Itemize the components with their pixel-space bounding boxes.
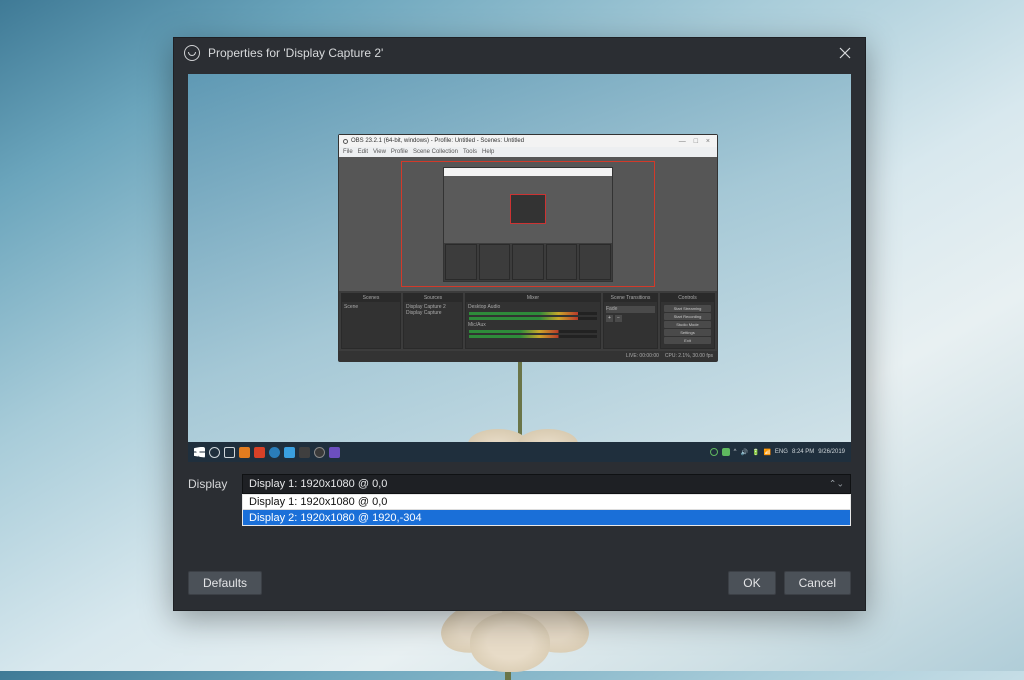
panel-header: Controls — [661, 294, 714, 302]
titlebar[interactable]: Properties for 'Display Capture 2' — [174, 38, 865, 68]
start-recording-button: Start Recording — [664, 313, 711, 320]
panel-header: Scenes — [342, 294, 400, 302]
settings-button: Settings — [664, 329, 711, 336]
tray-chev-icon: ^ — [734, 449, 737, 455]
defaults-button[interactable]: Defaults — [188, 571, 262, 595]
close-button[interactable] — [825, 38, 865, 68]
tray-icon — [722, 448, 730, 456]
panel-header: Mixer — [466, 294, 600, 302]
tray-icon: 🔋 — [752, 449, 759, 456]
preview-area: OBS 23.2.1 (64-bit, windows) - Profile: … — [188, 74, 851, 462]
source-item: Display Capture — [406, 310, 460, 316]
tray-icon: 🔊 — [740, 449, 747, 456]
display-select-value: Display 1: 1920x1080 @ 0,0 — [249, 478, 387, 490]
menu-file: File — [343, 149, 353, 155]
display-label: Display — [188, 477, 234, 491]
panel-mixer: Mixer Desktop Audio Mic/Aux — [465, 293, 601, 349]
transition-select: Fade — [606, 306, 655, 313]
tray-date: 9/26/2019 — [818, 449, 845, 455]
display-dropdown: Display 1: 1920x1080 @ 0,0 Display 2: 19… — [242, 494, 851, 526]
panel-sources: Sources Display Capture 2 Display Captur… — [403, 293, 463, 349]
window-controls-icon: — □ × — [679, 138, 713, 145]
preview-taskbar: ^ 🔊 🔋 📶 ENG 8:24 PM 9/26/2019 — [188, 442, 851, 462]
plus-icon: + — [606, 315, 613, 322]
panel-scenes: Scenes Scene — [341, 293, 401, 349]
tray-icon: 📶 — [763, 449, 770, 456]
taskview-icon — [224, 447, 235, 458]
inner-preview — [339, 157, 717, 291]
audio-meter — [469, 312, 597, 315]
status-live: LIVE: 00:00:00 — [626, 353, 659, 359]
start-icon — [194, 447, 205, 458]
inner-obs-window: OBS 23.2.1 (64-bit, windows) - Profile: … — [338, 134, 718, 362]
search-icon — [209, 447, 220, 458]
app-icon — [284, 447, 295, 458]
audio-meter — [469, 335, 597, 338]
obs-icon — [184, 45, 200, 61]
panel-controls: Controls Start Streaming Start Recording… — [660, 293, 715, 349]
menu-tools: Tools — [463, 149, 477, 155]
menu-help: Help — [482, 149, 494, 155]
menu-scene-collection: Scene Collection — [413, 149, 458, 155]
inner-statusbar: LIVE: 00:00:00 CPU: 2.1%, 30.00 fps — [339, 351, 717, 361]
panel-header: Scene Transitions — [604, 294, 657, 302]
window-title: Properties for 'Display Capture 2' — [208, 46, 825, 60]
start-streaming-button: Start Streaming — [664, 305, 711, 312]
display-select[interactable]: Display 1: 1920x1080 @ 0,0 ⌃⌄ — [242, 474, 851, 494]
display-option-2[interactable]: Display 2: 1920x1080 @ 1920,-304 — [243, 510, 850, 525]
app-icon — [239, 447, 250, 458]
exit-button: Exit — [664, 337, 711, 344]
tray-lang: ENG — [775, 449, 788, 455]
menu-edit: Edit — [358, 149, 368, 155]
mixer-item: Mic/Aux — [468, 322, 598, 328]
app-icon — [254, 447, 265, 458]
status-cpu: CPU: 2.1%, 30.00 fps — [665, 353, 713, 359]
cancel-button[interactable]: Cancel — [784, 571, 851, 595]
tray-icon — [710, 448, 718, 456]
scene-item: Scene — [344, 304, 398, 310]
app-icon — [329, 447, 340, 458]
minus-icon: − — [615, 315, 622, 322]
app-icon — [299, 447, 310, 458]
chevron-updown-icon: ⌃⌄ — [829, 479, 844, 490]
inner-menubar: File Edit View Profile Scene Collection … — [339, 147, 717, 157]
studio-mode-button: Studio Mode — [664, 321, 711, 328]
display-option-1[interactable]: Display 1: 1920x1080 @ 0,0 — [243, 495, 850, 510]
panel-header: Sources — [404, 294, 462, 302]
inner-title-text: OBS 23.2.1 (64-bit, windows) - Profile: … — [351, 138, 524, 144]
menu-view: View — [373, 149, 386, 155]
properties-dialog: Properties for 'Display Capture 2' OBS 2… — [173, 37, 866, 611]
bg-flower-petal — [470, 612, 550, 672]
obs-icon — [343, 139, 348, 144]
mixer-item: Desktop Audio — [468, 304, 598, 310]
inner-bottom-panels: Scenes Scene Sources Display Capture 2 D… — [339, 291, 717, 351]
menu-profile: Profile — [391, 149, 408, 155]
audio-meter — [469, 317, 597, 320]
app-icon — [269, 447, 280, 458]
audio-meter — [469, 330, 597, 333]
ok-button[interactable]: OK — [728, 571, 775, 595]
panel-transitions: Scene Transitions Fade + − — [603, 293, 658, 349]
app-icon — [314, 447, 325, 458]
tray-time: 8:24 PM — [792, 449, 814, 455]
tray: ^ 🔊 🔋 📶 ENG 8:24 PM 9/26/2019 — [710, 448, 845, 456]
inner-titlebar: OBS 23.2.1 (64-bit, windows) - Profile: … — [339, 135, 717, 147]
dialog-footer: Defaults OK Cancel — [174, 566, 865, 610]
form-area: Display Display 1: 1920x1080 @ 0,0 ⌃⌄ Di… — [174, 470, 865, 526]
